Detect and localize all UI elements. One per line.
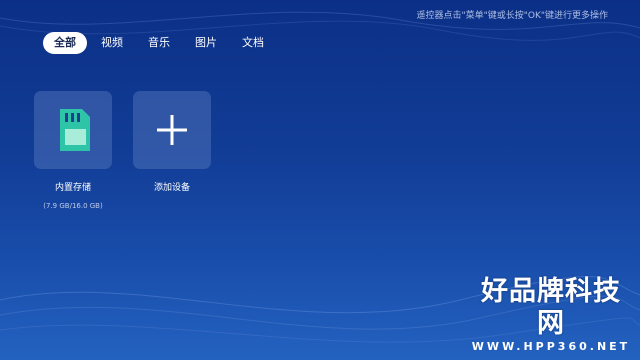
tab-pictures[interactable]: 图片 [184, 32, 228, 54]
tab-all[interactable]: 全部 [43, 32, 87, 54]
watermark-brand: 好品牌科技网 [481, 276, 621, 339]
watermark-url: WWW.HPP360.NET [471, 340, 631, 353]
add-device-label: 添加设备 [153, 183, 190, 193]
tab-documents[interactable]: 文档 [231, 32, 275, 54]
internal-storage-tile[interactable] [34, 91, 112, 169]
tab-video[interactable]: 视频 [90, 32, 134, 54]
tab-music[interactable]: 音乐 [137, 32, 181, 54]
remote-hint-text: 遥控器点击"菜单"键或长按"OK"键进行更多操作 [416, 11, 608, 21]
internal-storage-label: 内置存储 [54, 183, 91, 193]
plus-icon [157, 115, 187, 145]
sd-card-icon [60, 109, 90, 151]
site-watermark: 好品牌科技网 WWW.HPP360.NET [468, 276, 634, 354]
category-tabs: 全部 视频 音乐 图片 文档 [43, 32, 278, 54]
add-device-tile[interactable] [133, 91, 211, 169]
internal-storage-capacity: (7.9 GB/16.0 GB) [43, 202, 103, 210]
